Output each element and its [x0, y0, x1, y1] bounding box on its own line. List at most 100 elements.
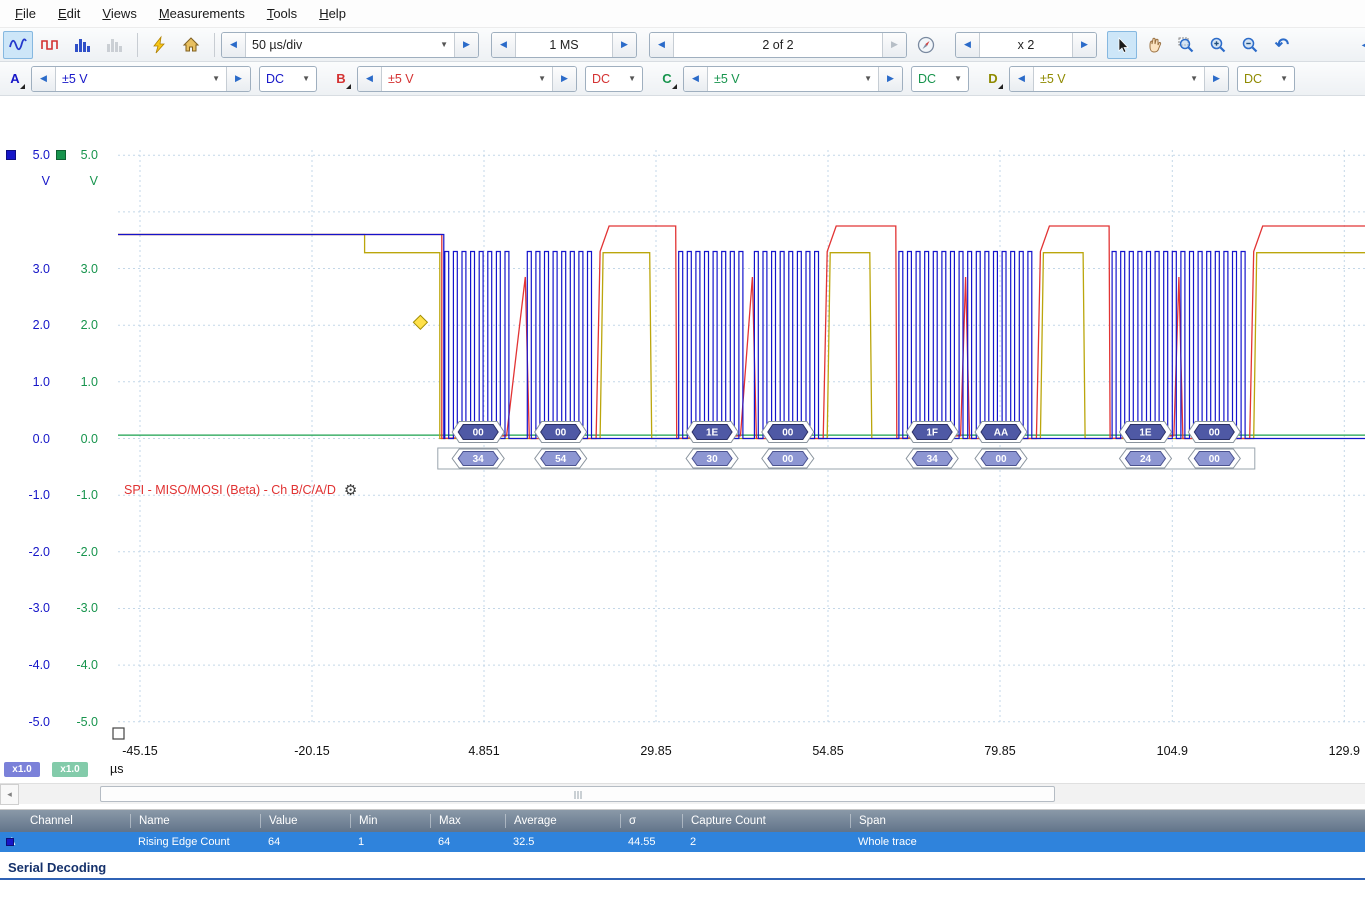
channels-toolbar: A ◀ ±5 V ▼ ▶ DC ▼ B ◀ ±5 V ▼ ▶ DC ▼ C ◀ …	[0, 62, 1365, 96]
scope-view-button[interactable]	[3, 30, 33, 59]
menu-measurements[interactable]: Measurements	[148, 1, 256, 26]
mosi-byte-value: 34	[473, 454, 485, 465]
zoom-out-tool-button[interactable]	[1235, 31, 1265, 59]
channel-a-range-increase-button[interactable]: ▶	[226, 66, 250, 91]
cell-average: 32.5	[513, 836, 535, 848]
channel-a-menu-button[interactable]: A	[3, 66, 27, 92]
zoom-selection-tool-button[interactable]	[1171, 31, 1201, 59]
channel-b-coupling-select[interactable]: DC ▼	[585, 65, 643, 92]
channel-d-label: D	[988, 71, 998, 86]
x-axis-tick-label: 79.85	[984, 744, 1016, 758]
x-axis-tick-label: 129.9	[1328, 744, 1360, 758]
timebase-select[interactable]: 50 µs/div ▼	[246, 32, 454, 57]
cursor-arrow-icon	[1118, 36, 1129, 53]
grid	[118, 150, 1365, 723]
toolbar-separator	[137, 32, 138, 57]
horizontal-scrollbar[interactable]: ◂	[0, 783, 1365, 805]
zoom-in-tool-button[interactable]	[1203, 31, 1233, 59]
buffer-position-box: 2 of 2	[674, 32, 882, 57]
channel-d-coupling-select[interactable]: DC ▼	[1237, 65, 1295, 92]
right-arrow-icon: ▶	[621, 39, 628, 49]
samples-value-box[interactable]: 1 MS	[516, 32, 612, 57]
channel-c-coupling-select[interactable]: DC ▼	[911, 65, 969, 92]
column-header-span[interactable]: Span	[850, 814, 1365, 828]
menu-help[interactable]: Help	[308, 1, 357, 26]
mosi-byte-value: 34	[927, 454, 939, 465]
scope-plot[interactable]: 00 34 00 54 1E 30 00 00 1F 34 AA 00 1E 24 00 00	[0, 96, 1365, 783]
home-button[interactable]	[176, 31, 206, 59]
x-axis-tick-label: -45.15	[122, 744, 158, 758]
channel-c-range-control: ◀ ±5 V ▼ ▶	[683, 65, 903, 92]
y-axis-tick-label: 2.0	[80, 318, 98, 333]
column-header-value[interactable]: Value	[260, 814, 350, 828]
timebase-value: 50 µs/div	[252, 37, 303, 52]
y-axis-tick-label: -5.0	[28, 714, 50, 729]
scrollbar-thumb[interactable]	[100, 786, 1055, 802]
serial-decoding-panel-header[interactable]: Serial Decoding	[0, 857, 1365, 880]
y-axis-tick-label: -4.0	[28, 658, 50, 673]
histogram-persistence-button[interactable]	[99, 31, 129, 59]
trigger-time-marker[interactable]	[112, 727, 125, 740]
channel-d-range-increase-button[interactable]: ▶	[1204, 66, 1228, 91]
buffer-previous-button[interactable]: ◀	[650, 32, 674, 57]
menu-file[interactable]: File	[4, 1, 47, 26]
clipped-toolbar-button[interactable]: ◀	[1352, 31, 1365, 59]
zoom-factor-increase-button[interactable]: ▶	[1072, 32, 1096, 57]
samples-decrease-button[interactable]: ◀	[492, 32, 516, 57]
channel-c-range-decrease-button[interactable]: ◀	[684, 66, 708, 91]
channel-c-range-increase-button[interactable]: ▶	[878, 66, 902, 91]
menu-tools[interactable]: Tools	[256, 1, 308, 26]
samples-increase-button[interactable]: ▶	[612, 32, 636, 57]
select-tool-button[interactable]	[1107, 30, 1137, 59]
trace-channel-b	[118, 225, 1365, 440]
channel-c-menu-button[interactable]: C	[655, 66, 679, 92]
gear-icon[interactable]: ⚙	[344, 481, 357, 499]
timebase-increase-button[interactable]: ▶	[454, 32, 478, 57]
channel-a-controls: A ◀ ±5 V ▼ ▶ DC ▼	[3, 65, 317, 92]
channel-b-range-increase-button[interactable]: ▶	[552, 66, 576, 91]
mosi-byte-value: 00	[995, 454, 1007, 465]
hand-icon	[1149, 37, 1162, 53]
timebase-decrease-button[interactable]: ◀	[222, 32, 246, 57]
column-header-max[interactable]: Max	[430, 814, 505, 828]
chevron-down-icon: ▼	[212, 74, 220, 83]
scrollbar-left-button[interactable]: ◂	[0, 784, 19, 805]
axis-zoom-badge-c[interactable]: x1.0	[52, 762, 88, 777]
channel-a-coupling-select[interactable]: DC ▼	[259, 65, 317, 92]
buffer-overview-button[interactable]	[911, 31, 941, 59]
menu-edit[interactable]: Edit	[47, 1, 91, 26]
column-header-name[interactable]: Name	[130, 814, 260, 828]
mosi-byte-value: 54	[555, 454, 567, 465]
column-header-channel[interactable]: Channel	[0, 814, 130, 828]
x-axis-tick-label: 54.85	[812, 744, 844, 758]
channel-a-range-decrease-button[interactable]: ◀	[32, 66, 56, 91]
trigger-marker[interactable]	[412, 314, 429, 331]
buffer-next-button[interactable]: ▶	[882, 32, 906, 57]
zoom-factor-decrease-button[interactable]: ◀	[956, 32, 980, 57]
persistence-view-button[interactable]	[35, 31, 65, 59]
channel-a-range-select[interactable]: ±5 V ▼	[56, 66, 226, 91]
measurement-row[interactable]: A Rising Edge Count 64 1 64 32.5 44.55 2…	[0, 832, 1365, 852]
histogram-view-button[interactable]	[67, 31, 97, 59]
channel-d-range-select[interactable]: ±5 V ▼	[1034, 66, 1204, 91]
column-header-sigma[interactable]: σ	[620, 814, 682, 828]
corner-indicator-icon	[998, 83, 1003, 89]
hand-tool-button[interactable]	[1139, 31, 1169, 59]
left-arrow-icon: ◀	[40, 73, 47, 83]
channel-d-range-decrease-button[interactable]: ◀	[1010, 66, 1034, 91]
channel-b-menu-button[interactable]: B	[329, 66, 353, 92]
channel-b-range-select[interactable]: ±5 V ▼	[382, 66, 552, 91]
column-header-average[interactable]: Average	[505, 814, 620, 828]
menu-views[interactable]: Views	[91, 1, 147, 26]
buffer-position-value: 2 of 2	[762, 37, 794, 52]
column-header-min[interactable]: Min	[350, 814, 430, 828]
undo-zoom-button[interactable]: ↶	[1267, 31, 1297, 59]
histogram-icon	[75, 38, 90, 52]
samples-control: ◀ 1 MS ▶	[491, 31, 637, 58]
column-header-capture-count[interactable]: Capture Count	[682, 814, 850, 828]
channel-d-menu-button[interactable]: D	[981, 66, 1005, 92]
channel-c-range-select[interactable]: ±5 V ▼	[708, 66, 878, 91]
axis-zoom-badge-a[interactable]: x1.0	[4, 762, 40, 777]
channel-b-range-decrease-button[interactable]: ◀	[358, 66, 382, 91]
signal-generator-button[interactable]	[144, 31, 174, 59]
